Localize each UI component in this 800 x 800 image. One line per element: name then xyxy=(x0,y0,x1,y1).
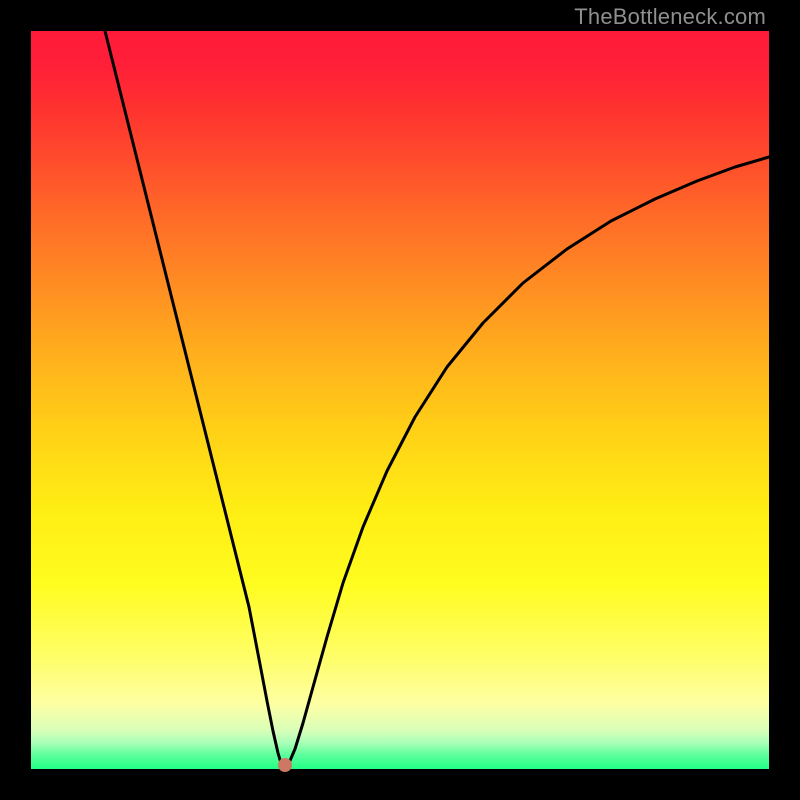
optimum-marker xyxy=(278,758,292,772)
watermark-text: TheBottleneck.com xyxy=(574,4,766,30)
chart-area xyxy=(31,31,769,769)
bottleneck-plot xyxy=(31,31,769,769)
gradient-background xyxy=(31,31,769,769)
